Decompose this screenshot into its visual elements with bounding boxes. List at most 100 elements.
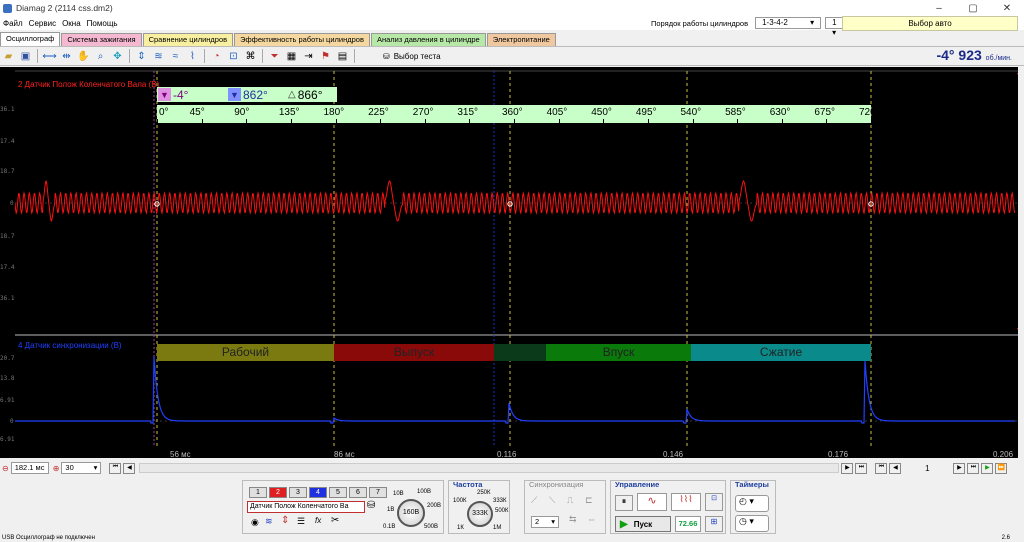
rpm-unit: об./мин.: [985, 55, 1012, 62]
save-icon[interactable]: ▣: [18, 49, 33, 64]
waveform-icon[interactable]: ≋: [151, 49, 166, 64]
freq-mark: 250К: [477, 490, 491, 496]
degree-tick-label: 90°: [234, 107, 250, 118]
play-button[interactable]: ▶: [981, 462, 994, 474]
channel-button-3[interactable]: 3: [289, 487, 307, 498]
degree-tick-label: 45°: [189, 107, 205, 118]
sync-channel-select[interactable]: 2 ▾: [531, 516, 559, 528]
menu-help[interactable]: Помощь: [84, 19, 121, 28]
freq-mark: 333К: [493, 498, 507, 504]
auto-select-button[interactable]: Выбор авто: [842, 16, 1018, 31]
tab-ignition[interactable]: Система зажигания: [61, 33, 142, 46]
timer2-button[interactable]: ◷ ▾: [735, 515, 769, 532]
prev-page-button[interactable]: ◀: [123, 462, 136, 474]
channel-button-1[interactable]: 1: [249, 487, 267, 498]
maximize-button[interactable]: ▢: [956, 3, 990, 14]
oscilloscope-display[interactable]: 2 Датчик Полож Коленчатого Вала (В) 4 Да…: [15, 67, 1021, 458]
menu-file[interactable]: Файл: [0, 19, 26, 28]
phase-label: Выпуск: [393, 345, 435, 359]
open-folder-icon[interactable]: ▰: [1, 49, 16, 64]
volt-mark: 200В: [427, 503, 442, 509]
channel-source-select[interactable]: Датчик Полож Коленчатого Ва: [247, 501, 365, 513]
freq-mark: 500К: [495, 508, 509, 514]
channel-button-4[interactable]: 4: [309, 487, 327, 498]
auto-record-button[interactable]: ⊞: [705, 516, 723, 532]
gauge-icon[interactable]: ◔: [209, 49, 224, 64]
waveform-overlay-icon[interactable]: ≈: [168, 49, 183, 64]
zoom-in-icon[interactable]: ⊕: [53, 464, 60, 473]
channel-group: 1234567 Датчик Полож Коленчатого Ва ⛁ ◉ …: [242, 480, 444, 534]
page-prev-button[interactable]: ◀: [889, 462, 902, 474]
tab-oscilloscope[interactable]: Осциллограф: [0, 32, 61, 46]
hand-pan-icon[interactable]: ✋: [76, 49, 91, 64]
marker-filter-icon[interactable]: ⏷: [267, 49, 282, 64]
page-first-button[interactable]: ⏮: [875, 462, 888, 474]
time-tick: 86 мс: [334, 450, 355, 458]
sync-fall-icon[interactable]: ⟍: [549, 495, 555, 506]
scale-icon[interactable]: ⇕: [281, 515, 289, 526]
flag-icon[interactable]: ⚑: [318, 49, 333, 64]
expand-vertical-icon[interactable]: ⇕: [134, 49, 149, 64]
fast-forward-button[interactable]: ⏩: [995, 462, 1008, 474]
timer1-button[interactable]: ◴ ▾: [735, 495, 769, 512]
tab-cylinder-efficiency[interactable]: Эффективность работы цилиндров: [234, 33, 370, 46]
probe-icon[interactable]: ◉: [251, 517, 259, 528]
page-last-button[interactable]: ⏭: [967, 462, 980, 474]
channel-button-5[interactable]: 5: [329, 487, 347, 498]
zoom-out-icon[interactable]: ⊖: [2, 464, 9, 473]
cursor-icon[interactable]: ⇥: [301, 49, 316, 64]
degree-tick-label: 315°: [457, 107, 479, 118]
formula-icon[interactable]: fx: [315, 516, 321, 525]
stretch-horizontal-icon[interactable]: ⟷: [42, 49, 57, 64]
channel-source-value: Датчик Полож Коленчатого Ва: [250, 503, 349, 510]
compress-horizontal-icon[interactable]: ⇹: [59, 49, 74, 64]
vertical-scrollbar[interactable]: [1018, 67, 1024, 458]
camera-icon[interactable]: ⌘: [243, 49, 258, 64]
menu-service[interactable]: Сервис: [26, 19, 59, 28]
channel-button-6[interactable]: 6: [349, 487, 367, 498]
ch2-label: 4 Датчик синхронизации (В): [18, 341, 122, 350]
fit-icon[interactable]: ✥: [110, 49, 125, 64]
tab-pressure-analysis[interactable]: Анализ давления в цилиндре: [370, 33, 486, 46]
menu-windows[interactable]: Окна: [59, 19, 84, 28]
list-icon[interactable]: ☰: [297, 516, 305, 527]
filter-icon[interactable]: ⌇: [185, 49, 200, 64]
close-button[interactable]: ✕: [990, 3, 1024, 14]
tab-cylinder-compare[interactable]: Сравнение цилиндров: [142, 33, 234, 46]
test-select-button[interactable]: ⛁ Выбор теста: [378, 51, 446, 62]
frequency-knob[interactable]: 333К: [467, 501, 493, 527]
minimize-button[interactable]: –: [922, 3, 956, 14]
auto-icon[interactable]: ⊡: [226, 49, 241, 64]
sync-rise-icon[interactable]: ⟋: [531, 495, 537, 506]
next-button[interactable]: ▶: [841, 462, 854, 474]
grid-icon[interactable]: ▦: [284, 49, 299, 64]
last-page-button[interactable]: ⏭: [855, 462, 868, 474]
degree-tick: [826, 119, 828, 123]
pulse-wave-button[interactable]: ⌇⌇⌇: [671, 493, 701, 511]
time-scrollbar[interactable]: [139, 463, 840, 473]
channel-button-2[interactable]: 2: [269, 487, 287, 498]
zoom-select[interactable]: 30 ▾: [61, 462, 102, 474]
auto-button[interactable]: ⊡: [705, 493, 723, 511]
tools-icon[interactable]: ✂: [331, 515, 339, 526]
tab-power-supply[interactable]: Электропитание: [486, 33, 556, 46]
sync-level-icon[interactable]: ⇆: [569, 514, 577, 525]
first-page-button[interactable]: ⏮: [109, 462, 122, 474]
sync-auto-icon[interactable]: ⊏: [585, 495, 593, 506]
separator: [129, 49, 130, 63]
channel-settings-icon[interactable]: ⛁: [367, 500, 375, 511]
channel-button-7[interactable]: 7: [369, 487, 387, 498]
pause-button[interactable]: ⏸: [615, 495, 633, 511]
start-button[interactable]: ▶ Пуск: [615, 516, 671, 532]
time-per-div-select[interactable]: 182.1 мс: [10, 462, 49, 474]
invert-icon[interactable]: ≋: [265, 516, 273, 527]
volt-knob[interactable]: 160В: [397, 499, 425, 527]
sine-wave-button[interactable]: ∿: [637, 493, 667, 511]
zoom-icon[interactable]: ⌕: [93, 49, 108, 64]
page-next-button[interactable]: ▶: [953, 462, 966, 474]
cylinder-order-select[interactable]: 1-3-4-2 ▾: [755, 17, 822, 29]
table-icon[interactable]: ▤: [335, 49, 350, 64]
sync-arrows-icon[interactable]: ⇔: [587, 514, 596, 524]
title-bar: Diamag 2 (2114 css.dm2) – ▢ ✕: [0, 0, 1024, 16]
sync-pulse-icon[interactable]: ⎍: [567, 495, 573, 506]
